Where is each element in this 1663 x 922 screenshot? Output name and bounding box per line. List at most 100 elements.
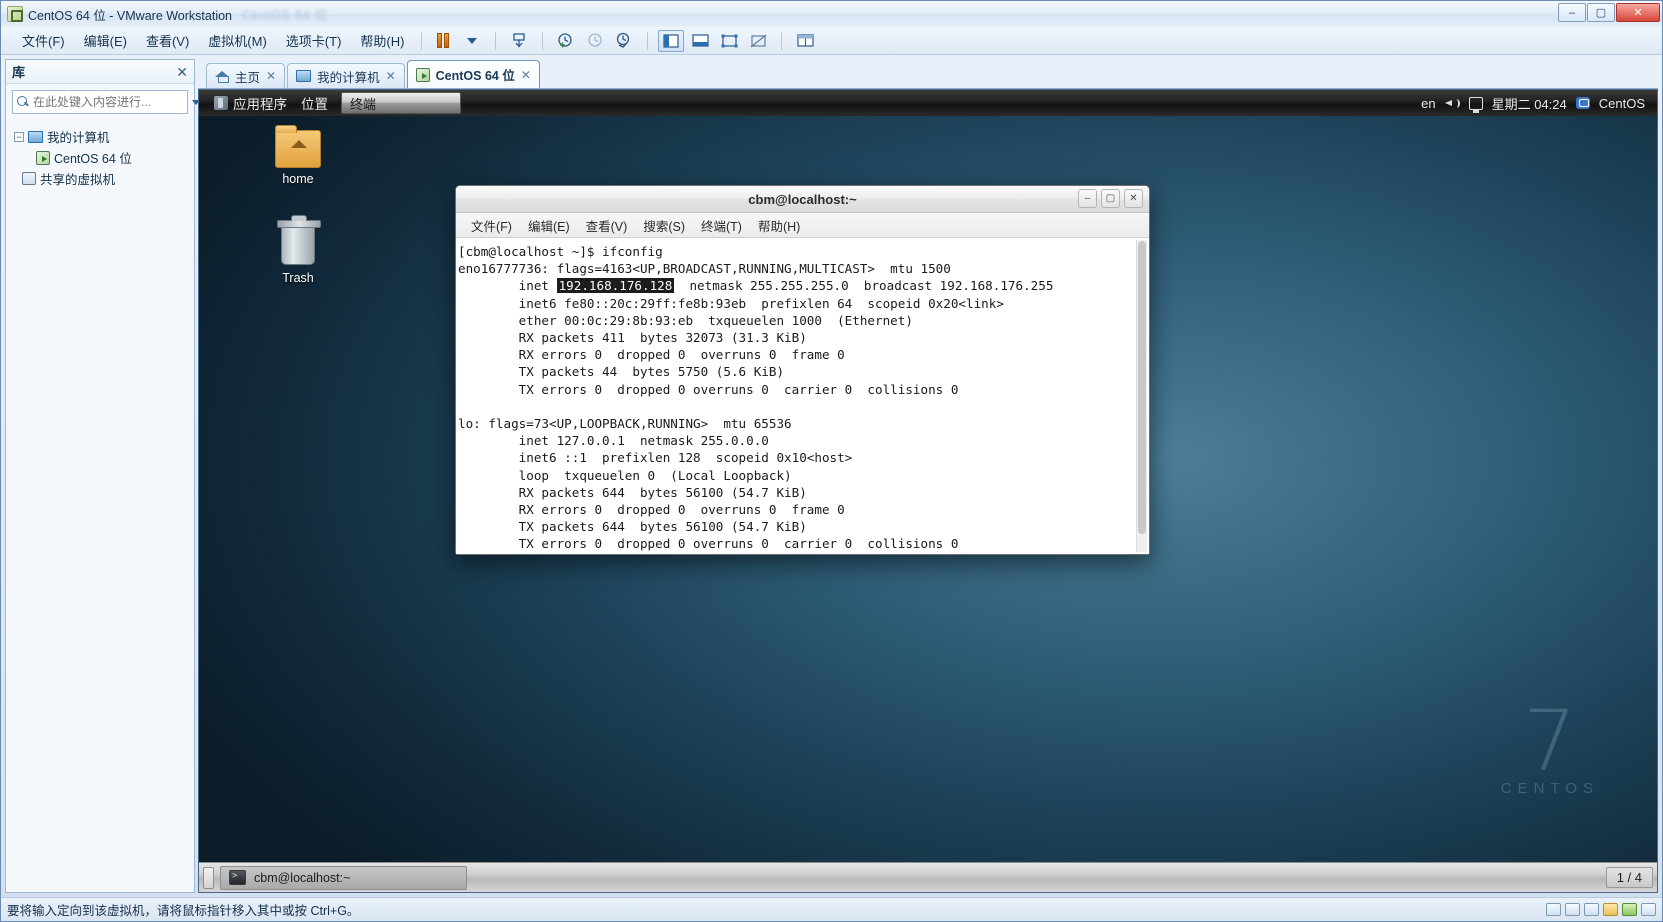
sound-status-icon[interactable] [1603,903,1618,916]
tree-item-my-computer[interactable]: − 我的计算机 [10,126,190,147]
tab-home[interactable]: 主页 ✕ [206,63,286,88]
terminal-title: cbm@localhost:~ [748,191,857,207]
terminal-output[interactable]: [cbm@localhost ~]$ ifconfig eno16777736:… [456,238,1149,554]
menu-vm[interactable]: 虚拟机(M) [199,27,276,54]
terminal-menubar: 文件(F) 编辑(E) 查看(V) 搜索(S) 终端(T) 帮助(H) [456,213,1149,238]
virtual-machine-icon [415,67,430,82]
shared-vm-icon [22,172,36,185]
terminal-menu-view[interactable]: 查看(V) [579,213,635,238]
centos-watermark: 7 CENTOS [1500,692,1599,797]
terminal-window[interactable]: cbm@localhost:~ – ▢ ✕ 文件(F) 编辑(E) 查看(V) [455,185,1150,555]
keyboard-layout-indicator[interactable]: en [1421,96,1435,111]
printer-status-icon[interactable] [1622,903,1637,916]
library-search-box[interactable] [12,90,200,114]
gnome-panel-tray: en 星期二 04:24 CentOS [1421,94,1649,113]
show-console-view-icon[interactable] [687,30,713,52]
toolbar-separator-5 [781,31,783,50]
terminal-window-controls: – ▢ ✕ [1078,189,1143,208]
close-button[interactable]: ✕ [1616,3,1660,22]
search-icon [17,96,29,108]
terminal-close-button[interactable]: ✕ [1124,189,1143,208]
tab-close-icon[interactable]: ✕ [521,68,531,82]
tab-label: 主页 [235,70,261,85]
terminal-minimize-button[interactable]: – [1078,189,1097,208]
tab-centos-64[interactable]: CentOS 64 位 ✕ [406,60,540,88]
status-message: 要将输入定向到该虚拟机，请将鼠标指针移入其中或按 Ctrl+G。 [7,904,360,918]
tree-item-centos-vm[interactable]: CentOS 64 位 [10,147,190,168]
user-account-icon[interactable] [1575,97,1590,109]
speaker-icon[interactable] [1444,97,1460,110]
centos-logo-icon [214,96,228,110]
view-layout-icon[interactable] [792,30,818,52]
terminal-menu-help[interactable]: 帮助(H) [751,213,807,238]
applications-menu-label: 应用程序 [233,97,287,112]
toolbar-dropdown-caret-icon[interactable] [459,30,485,52]
tree-item-shared-vms[interactable]: 共享的虚拟机 [10,168,190,189]
vmware-app-icon [7,6,23,22]
toolbar-separator-2 [495,31,497,50]
unity-mode-icon[interactable] [745,30,771,52]
user-name-label[interactable]: CentOS [1599,96,1645,111]
search-input[interactable] [33,95,188,109]
send-ctrl-alt-del-icon[interactable] [506,30,532,52]
watermark-number: 7 [1523,692,1577,791]
fullscreen-icon[interactable] [716,30,742,52]
menu-help[interactable]: 帮助(H) [351,27,413,54]
vm-console-screen[interactable]: 应用程序 位置 终端 en 星期二 04:24 CentOS home Tras… [198,89,1658,893]
places-menu[interactable]: 位置 [294,91,335,115]
library-close-icon[interactable]: ✕ [176,65,188,79]
trash-icon [277,215,321,265]
terminal-selected-ip: 192.168.176.128 [556,278,675,294]
menu-view[interactable]: 查看(V) [137,27,198,54]
terminal-menu-edit[interactable]: 编辑(E) [521,213,577,238]
tab-my-computer[interactable]: 我的计算机 ✕ [287,63,405,88]
tab-close-icon[interactable]: ✕ [266,69,276,83]
toolbar-separator-3 [542,31,544,50]
monitor-icon [28,130,43,143]
terminal-menu-file[interactable]: 文件(F) [464,213,519,238]
taskbar-button-terminal[interactable]: cbm@localhost:~ [220,865,467,890]
window-title: CentOS 64 位 - VMware Workstation [28,8,233,23]
tree-expander-icon[interactable]: − [14,131,24,142]
menu-tabs[interactable]: 选项卡(T) [277,27,351,54]
workspace-switcher[interactable]: 1 / 4 [1605,867,1653,888]
terminal-menu-terminal[interactable]: 终端(T) [694,213,749,238]
tab-label: 我的计算机 [317,70,380,85]
desktop-icon-home[interactable]: home [255,125,341,186]
network-monitor-icon[interactable] [1468,96,1483,113]
terminal-scrollbar[interactable] [1136,240,1147,552]
maximize-button[interactable]: ▢ [1587,3,1615,22]
menu-file[interactable]: 文件(F) [13,27,74,54]
vmware-workstation-window: CentOS 64 位 - VMware Workstation CentOS … [0,0,1663,922]
terminal-menu-search[interactable]: 搜索(S) [636,213,692,238]
snapshot-revert-icon [582,30,608,52]
toolbar [430,29,818,52]
tree-item-label: 共享的虚拟机 [40,173,116,187]
usb-status-icon[interactable] [1584,903,1599,916]
window-controls: – ▢ ✕ [1558,3,1660,22]
library-tree: − 我的计算机 CentOS 64 位 共享的虚拟机 [6,120,194,892]
taskbar-button-label: cbm@localhost:~ [254,870,351,885]
snapshot-manager-icon[interactable] [611,30,637,52]
show-library-icon[interactable] [658,29,685,52]
menubar: 文件(F) 编辑(E) 查看(V) 虚拟机(M) 选项卡(T) 帮助(H) [1,27,1662,55]
tree-item-label: CentOS 64 位 [54,152,132,166]
pause-icon[interactable] [430,30,456,52]
window-list-button-terminal[interactable]: 终端 [341,92,461,114]
network-status-icon[interactable] [1565,903,1580,916]
desktop-icon-trash[interactable]: Trash [255,215,341,285]
watermark-word: CENTOS [1500,780,1599,797]
display-status-icon[interactable] [1641,903,1656,916]
snapshot-take-icon[interactable] [553,30,579,52]
show-desktop-icon[interactable] [203,866,214,889]
menu-edit[interactable]: 编辑(E) [75,27,136,54]
window-titlebar: CentOS 64 位 - VMware Workstation CentOS … [1,1,1662,27]
gnome-desktop[interactable]: 应用程序 位置 终端 en 星期二 04:24 CentOS home Tras… [199,90,1657,892]
clock[interactable]: 星期二 04:24 [1492,94,1567,113]
terminal-maximize-button[interactable]: ▢ [1101,189,1120,208]
applications-menu[interactable]: 应用程序 [207,91,294,115]
minimize-button[interactable]: – [1558,3,1586,22]
terminal-text-after-selection: netmask 255.255.255.0 broadcast 192.168.… [458,278,1054,552]
hard-disk-status-icon[interactable] [1546,903,1561,916]
tab-close-icon[interactable]: ✕ [386,69,396,83]
